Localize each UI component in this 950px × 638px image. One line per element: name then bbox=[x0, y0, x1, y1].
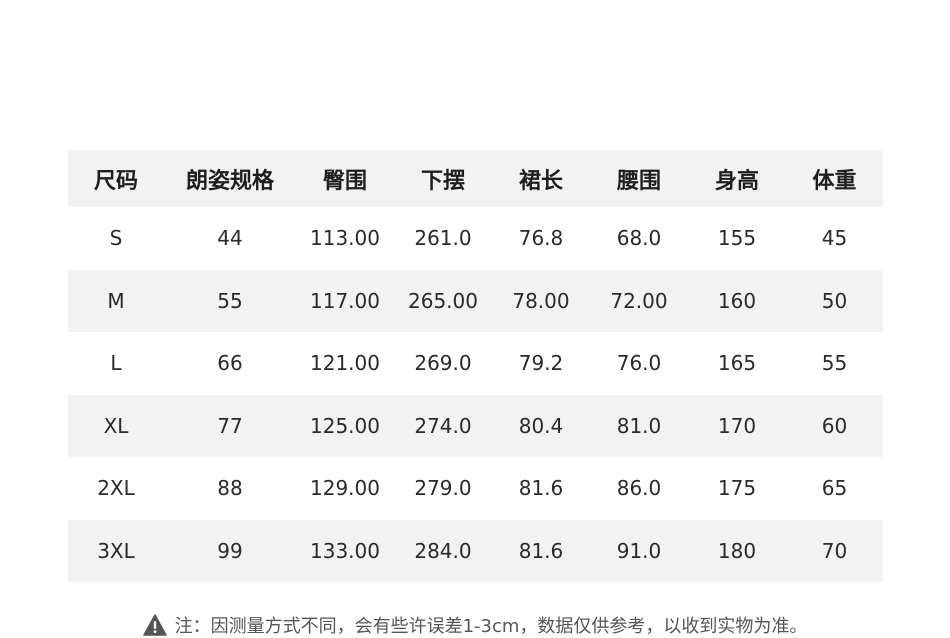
header-hip: 臀围 bbox=[322, 168, 367, 194]
cell-skirt-length: 81.6 bbox=[518, 476, 564, 501]
table-row: S 44 113.00 261.0 76.8 68.0 155 45 bbox=[68, 207, 883, 270]
cell-skirt-length: 78.00 bbox=[512, 288, 570, 313]
cell-size: 2XL bbox=[97, 476, 135, 501]
cell-lancy-size: 99 bbox=[217, 538, 243, 563]
cell-size: XL bbox=[103, 413, 129, 438]
cell-hem: 279.0 bbox=[414, 476, 472, 501]
header-skirt-length: 裙长 bbox=[518, 168, 563, 194]
cell-hem: 284.0 bbox=[414, 538, 472, 563]
cell-hip: 125.00 bbox=[310, 413, 380, 438]
size-chart-table: 尺码 朗姿规格 臀围 下摆 裙长 腰围 身高 体重 S 44 113.00 26… bbox=[68, 150, 883, 582]
cell-height: 180 bbox=[717, 538, 757, 563]
cell-lancy-size: 44 bbox=[217, 226, 243, 251]
cell-height: 155 bbox=[717, 226, 757, 251]
cell-weight: 65 bbox=[821, 476, 848, 501]
cell-skirt-length: 76.8 bbox=[518, 226, 564, 251]
cell-hem: 274.0 bbox=[414, 413, 472, 438]
cell-hip: 117.00 bbox=[310, 288, 380, 313]
cell-hip: 121.00 bbox=[310, 351, 380, 376]
header-size: 尺码 bbox=[93, 168, 138, 194]
cell-size: M bbox=[107, 288, 125, 313]
cell-waist: 68.0 bbox=[616, 226, 662, 251]
cell-lancy-size: 55 bbox=[217, 288, 243, 313]
cell-skirt-length: 79.2 bbox=[518, 351, 564, 376]
header-weight: 体重 bbox=[812, 168, 857, 194]
cell-size: 3XL bbox=[97, 538, 135, 563]
cell-skirt-length: 81.6 bbox=[518, 538, 564, 563]
table-row: L 66 121.00 269.0 79.2 76.0 165 55 bbox=[68, 332, 883, 395]
measurement-note: 注：因测量方式不同，会有些许误差1-3cm，数据仅供参考，以收到实物为准。 bbox=[0, 613, 950, 637]
cell-lancy-size: 66 bbox=[217, 351, 243, 376]
table-row: M 55 117.00 265.00 78.00 72.00 160 50 bbox=[68, 269, 883, 332]
header-height: 身高 bbox=[714, 168, 759, 194]
cell-weight: 55 bbox=[821, 351, 848, 376]
cell-waist: 72.00 bbox=[610, 288, 668, 313]
cell-weight: 45 bbox=[821, 226, 848, 251]
cell-hip: 129.00 bbox=[310, 476, 380, 501]
cell-height: 160 bbox=[717, 288, 757, 313]
table-row: XL 77 125.00 274.0 80.4 81.0 170 60 bbox=[68, 394, 883, 457]
warning-icon bbox=[142, 614, 167, 636]
cell-skirt-length: 80.4 bbox=[518, 413, 564, 438]
table-header: 尺码 朗姿规格 臀围 下摆 裙长 腰围 身高 体重 bbox=[68, 150, 883, 207]
cell-height: 170 bbox=[717, 413, 757, 438]
cell-height: 175 bbox=[717, 476, 757, 501]
cell-waist: 91.0 bbox=[616, 538, 662, 563]
cell-height: 165 bbox=[717, 351, 757, 376]
table-row: 3XL 99 133.00 284.0 81.6 91.0 180 70 bbox=[68, 519, 883, 582]
cell-hip: 133.00 bbox=[310, 538, 380, 563]
cell-hem: 269.0 bbox=[414, 351, 472, 376]
cell-lancy-size: 77 bbox=[217, 413, 243, 438]
cell-hem: 261.0 bbox=[414, 226, 472, 251]
header-hem: 下摆 bbox=[420, 168, 465, 194]
cell-waist: 86.0 bbox=[616, 476, 662, 501]
cell-hem: 265.00 bbox=[408, 288, 478, 313]
cell-size: L bbox=[110, 351, 122, 376]
cell-weight: 50 bbox=[821, 288, 848, 313]
table-body: S 44 113.00 261.0 76.8 68.0 155 45 M 55 … bbox=[68, 207, 883, 582]
header-waist: 腰围 bbox=[616, 168, 661, 194]
cell-hip: 113.00 bbox=[310, 226, 380, 251]
cell-weight: 60 bbox=[821, 413, 848, 438]
header-lancy-size: 朗姿规格 bbox=[185, 168, 274, 194]
header-row: 尺码 朗姿规格 臀围 下摆 裙长 腰围 身高 体重 bbox=[68, 150, 883, 207]
note-text: 注：因测量方式不同，会有些许误差1-3cm，数据仅供参考，以收到实物为准。 bbox=[174, 616, 808, 637]
cell-size: S bbox=[109, 226, 123, 251]
cell-weight: 70 bbox=[821, 538, 848, 563]
cell-lancy-size: 88 bbox=[217, 476, 243, 501]
cell-waist: 76.0 bbox=[616, 351, 662, 376]
cell-waist: 81.0 bbox=[616, 413, 662, 438]
table-row: 2XL 88 129.00 279.0 81.6 86.0 175 65 bbox=[68, 457, 883, 520]
